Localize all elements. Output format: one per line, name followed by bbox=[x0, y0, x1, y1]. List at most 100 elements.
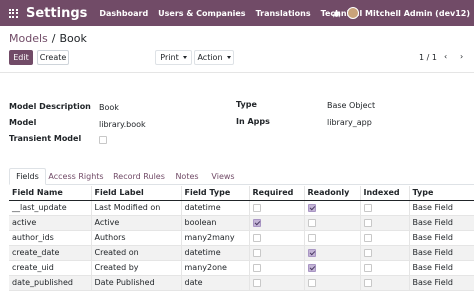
cell-field-label: Last Modified on bbox=[91, 200, 182, 216]
user-menu[interactable]: Mitchell Admin (dev12) bbox=[365, 9, 470, 18]
menu-translations[interactable]: Translations bbox=[256, 9, 311, 18]
breadcrumb-current: Book bbox=[59, 32, 87, 45]
readonly-checkbox bbox=[307, 263, 316, 272]
readonly-checkbox bbox=[307, 278, 316, 287]
readonly-cell bbox=[304, 260, 361, 276]
indexed-checkbox bbox=[363, 233, 372, 242]
breadcrumb-separator: / bbox=[51, 32, 56, 45]
divider bbox=[0, 72, 474, 73]
menu-dashboard[interactable]: Dashboard bbox=[99, 9, 148, 18]
readonly-cell bbox=[304, 245, 361, 261]
avatar[interactable] bbox=[347, 7, 360, 19]
header-type[interactable]: Type bbox=[409, 186, 474, 201]
required-cell bbox=[249, 230, 305, 246]
print-label: Print bbox=[160, 53, 179, 62]
readonly-cell bbox=[304, 275, 361, 291]
notebook-tabs: Fields Access Rights Record Rules Notes … bbox=[9, 168, 474, 185]
cell-type: Base Field bbox=[409, 245, 474, 261]
indexed-checkbox bbox=[363, 203, 372, 212]
action-dropdown[interactable]: Action bbox=[194, 50, 234, 65]
required-cell bbox=[249, 215, 305, 231]
cell-field-name: active bbox=[9, 215, 92, 231]
tab-views[interactable]: Views bbox=[207, 168, 239, 185]
cell-field-name: create_uid bbox=[9, 260, 92, 276]
cell-field-label: Authors bbox=[91, 230, 182, 246]
app-title[interactable]: Settings bbox=[26, 6, 87, 21]
readonly-checkbox bbox=[307, 218, 316, 227]
table-row[interactable]: __last_update Last Modified on datetime Bas… bbox=[9, 200, 474, 216]
top-navbar: Settings Dashboard Users & Companies Tra… bbox=[0, 0, 474, 26]
cell-type: Base Field bbox=[409, 275, 474, 291]
cell-type: Base Field bbox=[409, 215, 474, 231]
indexed-checkbox bbox=[363, 278, 372, 287]
cell-field-type: datetime bbox=[181, 200, 250, 216]
model-description-label: Model Description bbox=[9, 102, 91, 111]
cell-type: Base Field bbox=[409, 260, 474, 276]
caret-down-icon bbox=[182, 56, 187, 59]
header-readonly[interactable]: Readonly bbox=[304, 186, 361, 201]
required-cell bbox=[249, 275, 305, 291]
table-row[interactable]: author_ids Authors many2many Base Field bbox=[9, 230, 474, 246]
cell-field-label: Date Published bbox=[91, 275, 182, 291]
indexed-checkbox bbox=[363, 248, 372, 257]
apps-grid-icon[interactable] bbox=[0, 0, 26, 26]
readonly-checkbox bbox=[307, 203, 316, 212]
create-button[interactable]: Create bbox=[37, 50, 69, 65]
cell-type: Base Field bbox=[409, 230, 474, 246]
readonly-cell bbox=[304, 200, 361, 216]
cell-field-label: Created on bbox=[91, 245, 182, 261]
indexed-cell bbox=[360, 260, 410, 276]
indexed-cell bbox=[360, 230, 410, 246]
header-field-label[interactable]: Field Label bbox=[91, 186, 182, 201]
pager-prev-icon[interactable]: ‹ bbox=[444, 52, 447, 61]
breadcrumb: Models / Book bbox=[9, 32, 87, 45]
print-dropdown[interactable]: Print bbox=[155, 50, 192, 65]
indexed-checkbox bbox=[363, 263, 372, 272]
cell-field-label: Created by bbox=[91, 260, 182, 276]
required-checkbox bbox=[252, 278, 261, 287]
table-header-row: Field Name Field Label Field Type Requir… bbox=[9, 186, 474, 201]
table-row[interactable]: create_uid Created by many2one Base Field bbox=[9, 260, 474, 276]
pager-next-icon[interactable]: › bbox=[460, 52, 463, 61]
breadcrumb-models[interactable]: Models bbox=[9, 32, 48, 45]
header-required[interactable]: Required bbox=[249, 186, 305, 201]
cell-field-type: many2one bbox=[181, 260, 250, 276]
cell-field-type: many2many bbox=[181, 230, 250, 246]
in-apps-value: library_app bbox=[327, 118, 372, 127]
in-apps-label: In Apps bbox=[236, 117, 270, 126]
model-value: library.book bbox=[99, 120, 146, 129]
required-checkbox bbox=[252, 203, 261, 212]
edit-button[interactable]: Edit bbox=[9, 50, 33, 65]
required-checkbox bbox=[252, 248, 261, 257]
tab-notes[interactable]: Notes bbox=[172, 168, 202, 185]
action-label: Action bbox=[197, 53, 223, 62]
model-label: Model bbox=[9, 118, 37, 127]
required-cell bbox=[249, 200, 305, 216]
indexed-cell bbox=[360, 275, 410, 291]
cell-field-name: author_ids bbox=[9, 230, 92, 246]
readonly-checkbox bbox=[307, 248, 316, 257]
menu-users-companies[interactable]: Users & Companies bbox=[158, 9, 245, 18]
pager-value[interactable]: 1 / 1 bbox=[419, 53, 437, 62]
table-row[interactable]: create_date Created on datetime Base Field bbox=[9, 245, 474, 261]
required-cell bbox=[249, 260, 305, 276]
tab-fields[interactable]: Fields bbox=[9, 168, 46, 185]
readonly-cell bbox=[304, 215, 361, 231]
table-row[interactable]: active Active boolean Base Field bbox=[9, 215, 474, 231]
required-checkbox bbox=[252, 233, 261, 242]
tab-access-rights[interactable]: Access Rights bbox=[46, 168, 106, 185]
fields-table: Field Name Field Label Field Type Requir… bbox=[9, 186, 474, 291]
cell-field-label: Active bbox=[91, 215, 182, 231]
indexed-cell bbox=[360, 200, 410, 216]
header-field-name[interactable]: Field Name bbox=[9, 186, 92, 201]
header-field-type[interactable]: Field Type bbox=[181, 186, 250, 201]
indexed-cell bbox=[360, 215, 410, 231]
table-row[interactable]: date_published Date Published date Base Fie… bbox=[9, 275, 474, 291]
tab-record-rules[interactable]: Record Rules bbox=[109, 168, 169, 185]
bug-icon[interactable] bbox=[331, 8, 341, 18]
cell-field-type: datetime bbox=[181, 245, 250, 261]
header-indexed[interactable]: Indexed bbox=[360, 186, 410, 201]
transient-model-label: Transient Model bbox=[9, 134, 82, 143]
required-checkbox bbox=[252, 263, 261, 272]
required-cell bbox=[249, 245, 305, 261]
